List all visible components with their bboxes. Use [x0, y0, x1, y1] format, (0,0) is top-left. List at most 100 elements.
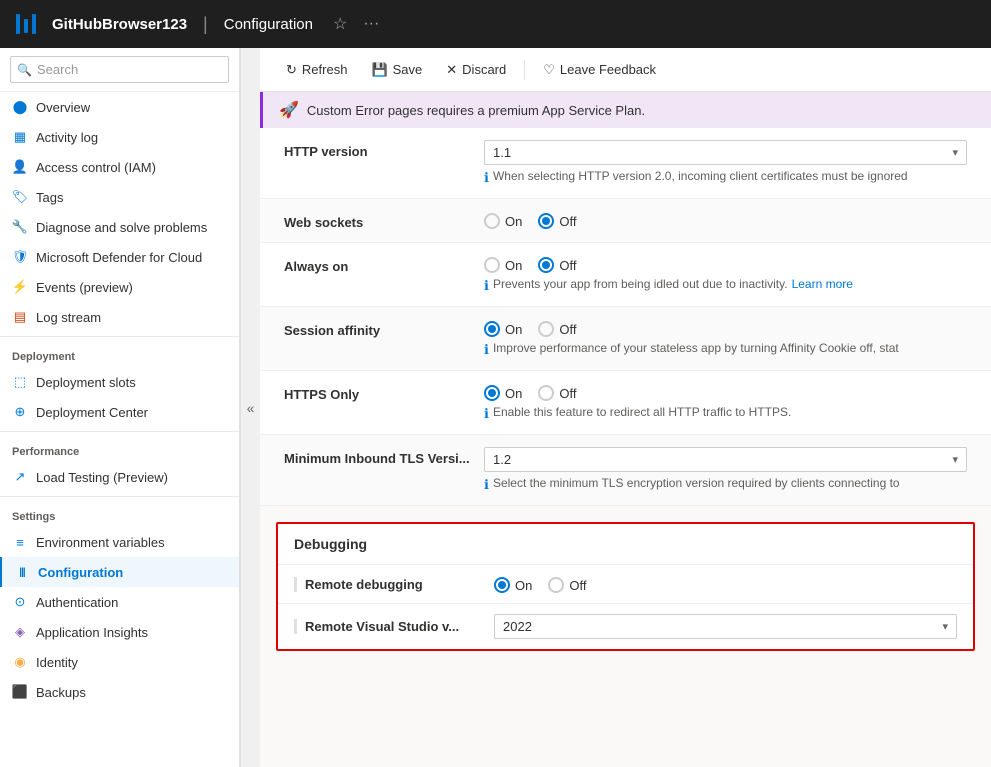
sidebar-item-env-vars[interactable]: ≡ Environment variables: [0, 527, 239, 557]
feedback-button[interactable]: ♡ Leave Feedback: [533, 57, 666, 83]
sidebar-item-overview[interactable]: ⬤ Overview: [0, 92, 239, 122]
setting-row-web-sockets: Web sockets On Off: [260, 199, 991, 243]
feedback-icon: ♡: [543, 62, 555, 78]
sidebar-divider-1: [0, 336, 239, 337]
hint-text: Prevents your app from being idled out d…: [493, 277, 788, 291]
sidebar-item-identity[interactable]: ◉ Identity: [0, 647, 239, 677]
settings-content: HTTP version 1.1 ▾ ℹ When selecting HTTP…: [260, 128, 991, 767]
radio-session-affinity-on[interactable]: On: [484, 321, 522, 337]
sidebar-section-deployment: Deployment: [0, 341, 239, 367]
sidebar-item-label: Diagnose and solve problems: [36, 220, 207, 235]
remote-vs-version-dropdown[interactable]: 2022 ▾: [494, 614, 957, 639]
sidebar-item-authentication[interactable]: ⊙ Authentication: [0, 587, 239, 617]
info-icon: ℹ: [484, 342, 489, 358]
sidebar-item-events[interactable]: ⚡ Events (preview): [0, 272, 239, 302]
sidebar-item-label: Configuration: [38, 565, 123, 580]
radio-remote-debugging-off[interactable]: Off: [548, 577, 586, 593]
radio-always-on-on[interactable]: On: [484, 257, 522, 273]
http-version-dropdown[interactable]: 1.1 ▾: [484, 140, 967, 165]
logstream-icon: ▤: [12, 309, 28, 325]
setting-control-http-version: 1.1 ▾ ℹ When selecting HTTP version 2.0,…: [484, 140, 967, 186]
radio-circle: [548, 577, 564, 593]
refresh-label: Refresh: [302, 62, 348, 77]
learn-more-link[interactable]: Learn more: [792, 277, 853, 291]
radio-circle-selected: [494, 577, 510, 593]
radio-circle: [484, 257, 500, 273]
app-header: GitHubBrowser123 | Configuration ☆ ···: [0, 0, 991, 48]
radio-circle-selected: [484, 321, 500, 337]
sidebar-item-app-insights[interactable]: ◈ Application Insights: [0, 617, 239, 647]
sidebar-item-label: Access control (IAM): [36, 160, 156, 175]
debug-row-remote-debugging: Remote debugging On Off: [278, 565, 973, 604]
hint-text: Enable this feature to redirect all HTTP…: [493, 405, 791, 419]
more-options-icon[interactable]: ···: [363, 15, 379, 33]
setting-label-https-only: HTTPS Only: [284, 383, 484, 402]
overview-icon: ⬤: [12, 99, 28, 115]
load-testing-icon: ↗: [12, 469, 28, 485]
activity-log-icon: ▦: [12, 129, 28, 145]
radio-session-affinity-off[interactable]: Off: [538, 321, 576, 337]
chevron-down-icon: ▾: [952, 146, 958, 159]
favorite-star-icon[interactable]: ☆: [333, 14, 347, 34]
hint-text: When selecting HTTP version 2.0, incomin…: [493, 169, 908, 183]
sidebar-item-label: Deployment slots: [36, 375, 136, 390]
sidebar-item-label: Deployment Center: [36, 405, 148, 420]
min-tls-dropdown[interactable]: 1.2 ▾: [484, 447, 967, 472]
toolbar: ↻ Refresh 💾 Save ✕ Discard ♡ Leave Feedb…: [260, 48, 991, 92]
defender-icon: 🛡: [12, 249, 28, 265]
sidebar-search-container: 🔍: [0, 48, 239, 92]
sidebar-item-configuration[interactable]: ||| Configuration: [0, 557, 239, 587]
sidebar-item-label: Authentication: [36, 595, 118, 610]
min-tls-value: 1.2: [493, 452, 511, 467]
sidebar-item-tags[interactable]: 🏷 Tags: [0, 182, 239, 212]
identity-icon: ◉: [12, 654, 28, 670]
sidebar-item-activity-log[interactable]: ▦ Activity log: [0, 122, 239, 152]
sidebar-item-deployment-center[interactable]: ⊕ Deployment Center: [0, 397, 239, 427]
radio-https-only-off[interactable]: Off: [538, 385, 576, 401]
search-icon: 🔍: [17, 63, 32, 77]
save-icon: 💾: [371, 62, 387, 78]
radio-label: Off: [559, 214, 576, 229]
sidebar-item-backups[interactable]: ⬛ Backups: [0, 677, 239, 707]
sidebar-item-access-control[interactable]: 👤 Access control (IAM): [0, 152, 239, 182]
content-area: ↻ Refresh 💾 Save ✕ Discard ♡ Leave Feedb…: [260, 48, 991, 767]
radio-group-https-only: On Off: [484, 383, 967, 401]
backups-icon: ⬛: [12, 684, 28, 700]
sidebar-section-settings: Settings: [0, 501, 239, 527]
collapse-sidebar-button[interactable]: «: [240, 48, 260, 767]
events-icon: ⚡: [12, 279, 28, 295]
sidebar-item-label: Environment variables: [36, 535, 165, 550]
radio-circle-selected: [538, 213, 554, 229]
sidebar-item-label: Backups: [36, 685, 86, 700]
search-input[interactable]: [10, 56, 229, 83]
discard-button[interactable]: ✕ Discard: [436, 57, 516, 83]
sidebar-item-defender[interactable]: 🛡 Microsoft Defender for Cloud: [0, 242, 239, 272]
radio-always-on-off[interactable]: Off: [538, 257, 576, 273]
sidebar-item-label: Events (preview): [36, 280, 133, 295]
debug-label-remote-vs-version: Remote Visual Studio v...: [294, 619, 494, 634]
refresh-button[interactable]: ↻ Refresh: [276, 57, 357, 83]
radio-web-sockets-off[interactable]: Off: [538, 213, 576, 229]
radio-label: Off: [559, 386, 576, 401]
discard-label: Discard: [462, 62, 506, 77]
sidebar-item-label: Microsoft Defender for Cloud: [36, 250, 202, 265]
sidebar-item-load-testing[interactable]: ↗ Load Testing (Preview): [0, 462, 239, 492]
setting-hint-always-on: ℹ Prevents your app from being idled out…: [484, 277, 967, 294]
radio-web-sockets-on[interactable]: On: [484, 213, 522, 229]
setting-row-always-on: Always on On Off ℹ Preve: [260, 243, 991, 307]
radio-https-only-on[interactable]: On: [484, 385, 522, 401]
setting-label-min-tls: Minimum Inbound TLS Versi...: [284, 447, 484, 466]
sidebar-item-logstream[interactable]: ▤ Log stream: [0, 302, 239, 332]
sidebar-item-deployment-slots[interactable]: ⬚ Deployment slots: [0, 367, 239, 397]
radio-remote-debugging-on[interactable]: On: [494, 577, 532, 593]
sidebar-item-label: Overview: [36, 100, 90, 115]
radio-group-session-affinity: On Off: [484, 319, 967, 337]
sidebar-item-diagnose[interactable]: 🔧 Diagnose and solve problems: [0, 212, 239, 242]
logo-bar-2: [24, 19, 28, 33]
setting-row-http-version: HTTP version 1.1 ▾ ℹ When selecting HTTP…: [260, 128, 991, 199]
save-button[interactable]: 💾 Save: [361, 57, 432, 83]
header-separator: |: [203, 14, 208, 35]
search-wrapper: 🔍: [10, 56, 229, 83]
radio-group-remote-debugging: On Off: [494, 575, 957, 593]
info-icon: ℹ: [484, 477, 489, 493]
